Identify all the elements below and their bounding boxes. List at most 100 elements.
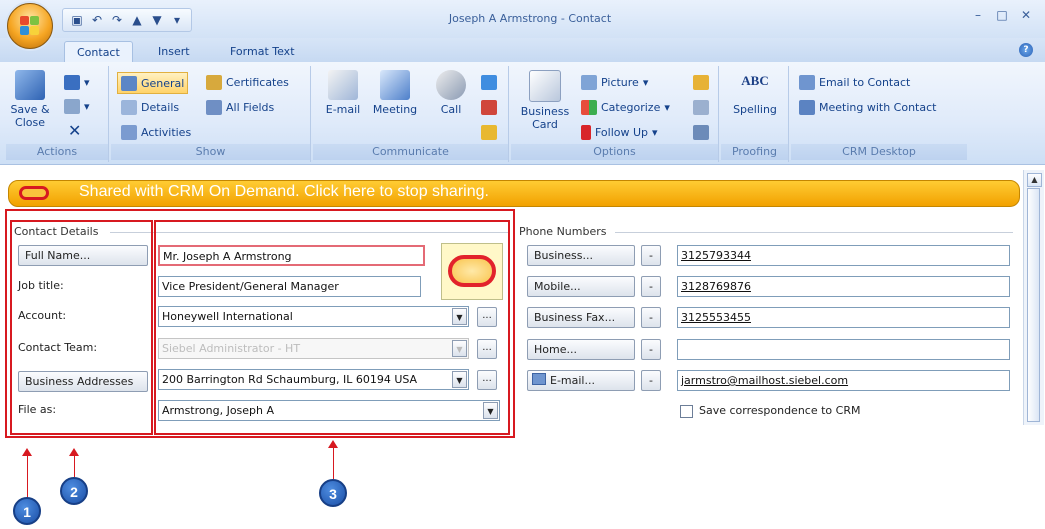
business-card-button[interactable]: Business Card: [517, 70, 573, 131]
certificates-icon: [206, 74, 222, 90]
customize-toolbar-icon[interactable]: ▾: [169, 12, 185, 28]
email-to-contact-icon: [799, 74, 815, 90]
business-fax-button[interactable]: Business Fax...: [527, 307, 635, 328]
picture-label: Picture: [601, 75, 639, 89]
save-close-label: Save & Close: [10, 103, 50, 129]
crm-sharing-banner[interactable]: Shared with CRM On Demand. Click here to…: [8, 180, 1020, 207]
home-phone-button[interactable]: Home...: [527, 339, 635, 360]
call-button[interactable]: Call: [427, 70, 475, 116]
private-button[interactable]: [693, 72, 709, 92]
meeting-with-contact-label: Meeting with Contact: [819, 100, 937, 114]
mobile-phone-button[interactable]: Mobile...: [527, 276, 635, 297]
vertical-scrollbar[interactable]: ▲: [1023, 170, 1044, 425]
group-label-communicate: Communicate: [313, 144, 508, 160]
save-correspondence-label: Save correspondence to CRM: [699, 404, 861, 417]
options-icon: [693, 124, 709, 140]
save-icon[interactable]: ▣: [69, 12, 85, 28]
spelling-abc-icon: ABC: [741, 73, 769, 88]
categorize-button[interactable]: Categorize ▾: [581, 97, 670, 117]
office-button[interactable]: [7, 3, 53, 49]
business-fax-dropdown[interactable]: -: [641, 307, 661, 328]
email-to-contact-label: Email to Contact: [819, 75, 911, 89]
general-icon: [121, 75, 137, 91]
map-button[interactable]: [481, 97, 497, 117]
callout-box-labels-column: [10, 220, 153, 435]
options-more-button[interactable]: [693, 122, 709, 142]
certificates-button[interactable]: Certificates: [206, 72, 289, 92]
email-address-button[interactable]: E-mail...: [527, 370, 635, 391]
contact-window: ▣ ↶ ↷ ▲ ▼ ▾ Joseph A Armstrong - Contact…: [0, 0, 1045, 529]
business-phone-dropdown[interactable]: -: [641, 245, 661, 266]
all-fields-icon: [206, 99, 222, 115]
help-icon[interactable]: ?: [1019, 43, 1033, 57]
tab-format-text[interactable]: Format Text: [218, 41, 307, 62]
redo-icon[interactable]: ↷: [109, 12, 125, 28]
delete-button[interactable]: ✕: [68, 120, 81, 140]
activities-button[interactable]: Activities: [121, 122, 191, 142]
email-to-contact-button[interactable]: Email to Contact: [799, 72, 910, 92]
tab-contact[interactable]: Contact: [64, 41, 133, 63]
next-item-icon[interactable]: ▼: [149, 12, 165, 28]
quick-access-toolbar: ▣ ↶ ↷ ▲ ▼ ▾: [62, 8, 192, 32]
callout-badge-2: 2: [60, 477, 88, 505]
callout-badge-3: 3: [319, 479, 347, 507]
disk-icon: [64, 74, 80, 90]
address-book-icon: [693, 99, 709, 115]
email-address-button-label: E-mail...: [550, 374, 595, 387]
group-actions: Save & Close ▾ ▾ ✕ Actions: [6, 66, 109, 162]
business-phone-value: 3125793344: [681, 249, 751, 262]
email-icon: [328, 70, 358, 100]
address-book-button[interactable]: [693, 97, 709, 117]
all-fields-button[interactable]: All Fields: [206, 97, 274, 117]
meeting-with-contact-button[interactable]: Meeting with Contact: [799, 97, 936, 117]
map-icon: [481, 99, 497, 115]
general-button[interactable]: General: [117, 72, 189, 94]
maximize-icon[interactable]: □: [995, 8, 1009, 22]
close-icon[interactable]: ✕: [1019, 8, 1033, 22]
previous-item-icon[interactable]: ▲: [129, 12, 145, 28]
phone-numbers-divider: [615, 232, 1013, 233]
save-correspondence-checkbox[interactable]: [680, 405, 693, 418]
minimize-icon[interactable]: –: [971, 8, 985, 22]
follow-up-button[interactable]: Follow Up ▾: [581, 122, 658, 142]
business-phone-button[interactable]: Business...: [527, 245, 635, 266]
spelling-button[interactable]: ABC Spelling: [729, 70, 781, 116]
group-label-crm-desktop: CRM Desktop: [791, 144, 967, 160]
meeting-icon: [380, 70, 410, 100]
save-close-button[interactable]: Save & Close: [10, 70, 50, 129]
tab-insert[interactable]: Insert: [146, 41, 202, 62]
group-crm-desktop: Email to Contact Meeting with Contact CR…: [791, 66, 967, 162]
email-address-input[interactable]: jarmstro@mailhost.siebel.com: [677, 370, 1010, 391]
meeting-button[interactable]: Meeting: [371, 70, 419, 116]
window-title: Joseph A Armstrong - Contact: [448, 12, 612, 25]
title-bar: ▣ ↶ ↷ ▲ ▼ ▾ Joseph A Armstrong - Contact…: [0, 0, 1045, 39]
scroll-up-icon[interactable]: ▲: [1027, 173, 1042, 187]
categorize-label: Categorize: [601, 100, 661, 114]
scroll-thumb[interactable]: [1027, 188, 1040, 422]
business-phone-input[interactable]: 3125793344: [677, 245, 1010, 266]
undo-icon[interactable]: ↶: [89, 12, 105, 28]
business-card-label: Business Card: [520, 105, 570, 131]
key-icon: [481, 124, 497, 140]
web-page-button[interactable]: [481, 72, 497, 92]
mobile-phone-input[interactable]: 3128769876: [677, 276, 1010, 297]
banner-text: Shared with CRM On Demand. Click here to…: [79, 183, 489, 200]
email-address-dropdown[interactable]: -: [641, 370, 661, 391]
more-communicate-button[interactable]: [481, 122, 497, 142]
picture-button[interactable]: Picture ▾: [581, 72, 648, 92]
ribbon: Save & Close ▾ ▾ ✕ Actions General Detai…: [0, 62, 1045, 165]
spelling-label: Spelling: [733, 103, 777, 116]
banner-highlight-oval-icon: [19, 186, 49, 200]
details-icon: [121, 99, 137, 115]
save-options-button[interactable]: ▾: [64, 72, 90, 92]
window-controls: – □ ✕: [971, 8, 1033, 22]
group-communicate: E-mail Meeting Call Communicate: [313, 66, 509, 162]
forward-options-button[interactable]: ▾: [64, 96, 90, 116]
email-button[interactable]: E-mail: [319, 70, 367, 116]
home-phone-input[interactable]: [677, 339, 1010, 360]
home-phone-dropdown[interactable]: -: [641, 339, 661, 360]
mobile-phone-dropdown[interactable]: -: [641, 276, 661, 297]
address-card-icon: [532, 373, 546, 385]
details-button[interactable]: Details: [121, 97, 179, 117]
business-fax-input[interactable]: 3125553455: [677, 307, 1010, 328]
